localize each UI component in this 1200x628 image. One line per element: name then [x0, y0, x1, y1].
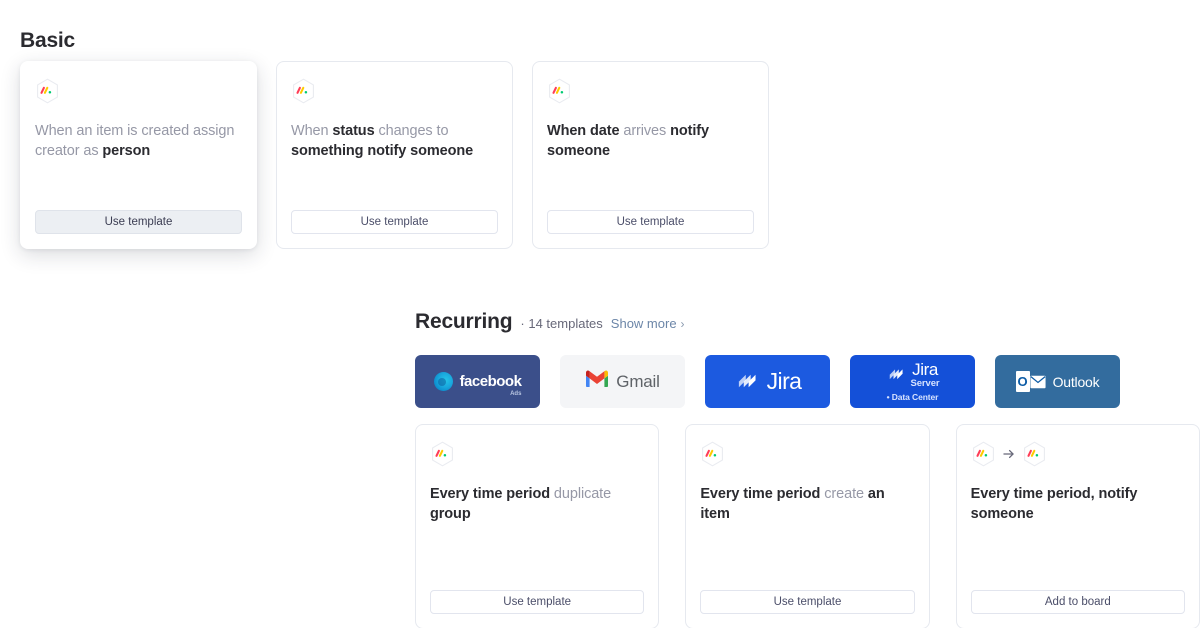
show-more-label: Show more — [610, 316, 677, 331]
card-icon-group — [35, 78, 242, 104]
chevron-right-icon: › — [680, 316, 685, 331]
automation-template-card[interactable]: When date arrives notify someone Use tem… — [532, 61, 769, 249]
card-action-button[interactable]: Use template — [547, 210, 754, 234]
tile-label: Jira — [766, 368, 802, 394]
automation-template-card[interactable]: When an item is created assign creator a… — [20, 61, 257, 249]
monday-hex-icon — [971, 441, 996, 468]
recurring-header: Recurring · 14 templates Show more › — [415, 310, 1200, 338]
card-action-button[interactable]: Use template — [291, 210, 498, 234]
automation-template-card[interactable]: When status changes to something notify … — [276, 61, 513, 249]
card-text-segment: Every time period — [700, 486, 821, 502]
card-action-button[interactable]: Use template — [35, 210, 242, 234]
tile-sub-label-2: • Data Center — [886, 391, 939, 402]
arrow-right-icon — [1002, 447, 1016, 461]
card-text-segment: changes to — [374, 123, 449, 139]
card-description: When an item is created assign creator a… — [35, 121, 242, 161]
tile-label: Outlook — [1052, 373, 1100, 390]
monday-hex-icon — [547, 78, 572, 105]
basic-card-row: When an item is created assign creator a… — [20, 61, 769, 249]
basic-section-title: Basic — [20, 29, 76, 52]
monday-hex-icon — [291, 78, 316, 105]
card-description: Every time period duplicate group — [430, 484, 644, 524]
card-text-segment: Every time period — [430, 486, 550, 502]
jira-logo-icon — [734, 369, 760, 395]
card-icon-group — [291, 78, 498, 104]
recurring-section-title: Recurring — [415, 310, 513, 333]
card-text-segment: person — [102, 143, 151, 159]
monday-hex-icon — [35, 78, 60, 105]
automation-template-card[interactable]: Every time period, notify someone Add to… — [955, 424, 1200, 628]
tile-sub-label: Ads — [510, 390, 522, 397]
card-description: Every time period create an item — [700, 484, 914, 524]
card-action-button[interactable]: Add to board — [970, 590, 1185, 614]
integration-tile-gmail[interactable]: Gmail — [560, 355, 685, 408]
card-text-segment: Every time period, notify someone — [970, 486, 1138, 522]
integration-tile-jira-server-data-center[interactable]: Jira Server • Data Center — [850, 355, 975, 408]
integration-tile-facebook-ads[interactable]: facebook Ads — [415, 355, 540, 408]
recurring-section: Recurring · 14 templates Show more › fac… — [415, 310, 1200, 628]
templates-count: 14 templates — [528, 316, 603, 331]
card-text-segment: When — [291, 123, 333, 139]
card-icon-group — [430, 441, 644, 467]
card-text-segment: duplicate — [550, 486, 612, 502]
card-text-segment: group — [430, 506, 471, 522]
integration-tiles-row: facebook Ads Gmail Jira Jira Server • Da… — [415, 355, 1200, 408]
card-text-segment: arrives — [619, 123, 671, 139]
facebook-logo-icon — [433, 372, 453, 391]
jira-logo-icon — [886, 365, 906, 385]
card-description: When date arrives notify someone — [547, 121, 754, 161]
monday-hex-icon — [1022, 441, 1047, 468]
meta-separator: · — [520, 316, 525, 331]
outlook-logo-icon: O — [1015, 371, 1046, 392]
outlook-o-letter: O — [1015, 371, 1030, 392]
monday-hex-icon — [430, 441, 455, 468]
card-icon-group — [547, 78, 754, 104]
tile-label: facebook — [459, 372, 522, 390]
tile-sub-label: Server — [910, 378, 940, 390]
recurring-card-row: Every time period duplicate group Use te… — [415, 424, 1200, 628]
card-action-button[interactable]: Use template — [700, 590, 915, 614]
gmail-logo-icon — [585, 370, 609, 393]
card-description: When status changes to something notify … — [291, 121, 498, 161]
card-text-segment: something notify someone — [291, 143, 474, 159]
recurring-meta: · 14 templates — [520, 316, 602, 331]
tile-label: Gmail — [616, 371, 660, 391]
automation-template-card[interactable]: Every time period create an item Use tem… — [685, 424, 930, 628]
card-action-button[interactable]: Use template — [430, 590, 645, 614]
card-text-segment: create — [820, 486, 868, 502]
integration-tile-jira[interactable]: Jira — [705, 355, 830, 408]
card-icon-group — [700, 441, 914, 467]
integration-tile-outlook[interactable]: O Outlook — [995, 355, 1120, 408]
card-text-segment: status — [332, 123, 375, 139]
automation-template-card[interactable]: Every time period duplicate group Use te… — [415, 424, 660, 628]
card-text-segment: When date — [547, 123, 620, 139]
card-description: Every time period, notify someone — [971, 484, 1185, 524]
show-more-link[interactable]: Show more › — [611, 316, 685, 331]
tile-label: Jira — [912, 360, 938, 380]
monday-hex-icon — [700, 441, 725, 468]
card-icon-group — [971, 441, 1185, 467]
